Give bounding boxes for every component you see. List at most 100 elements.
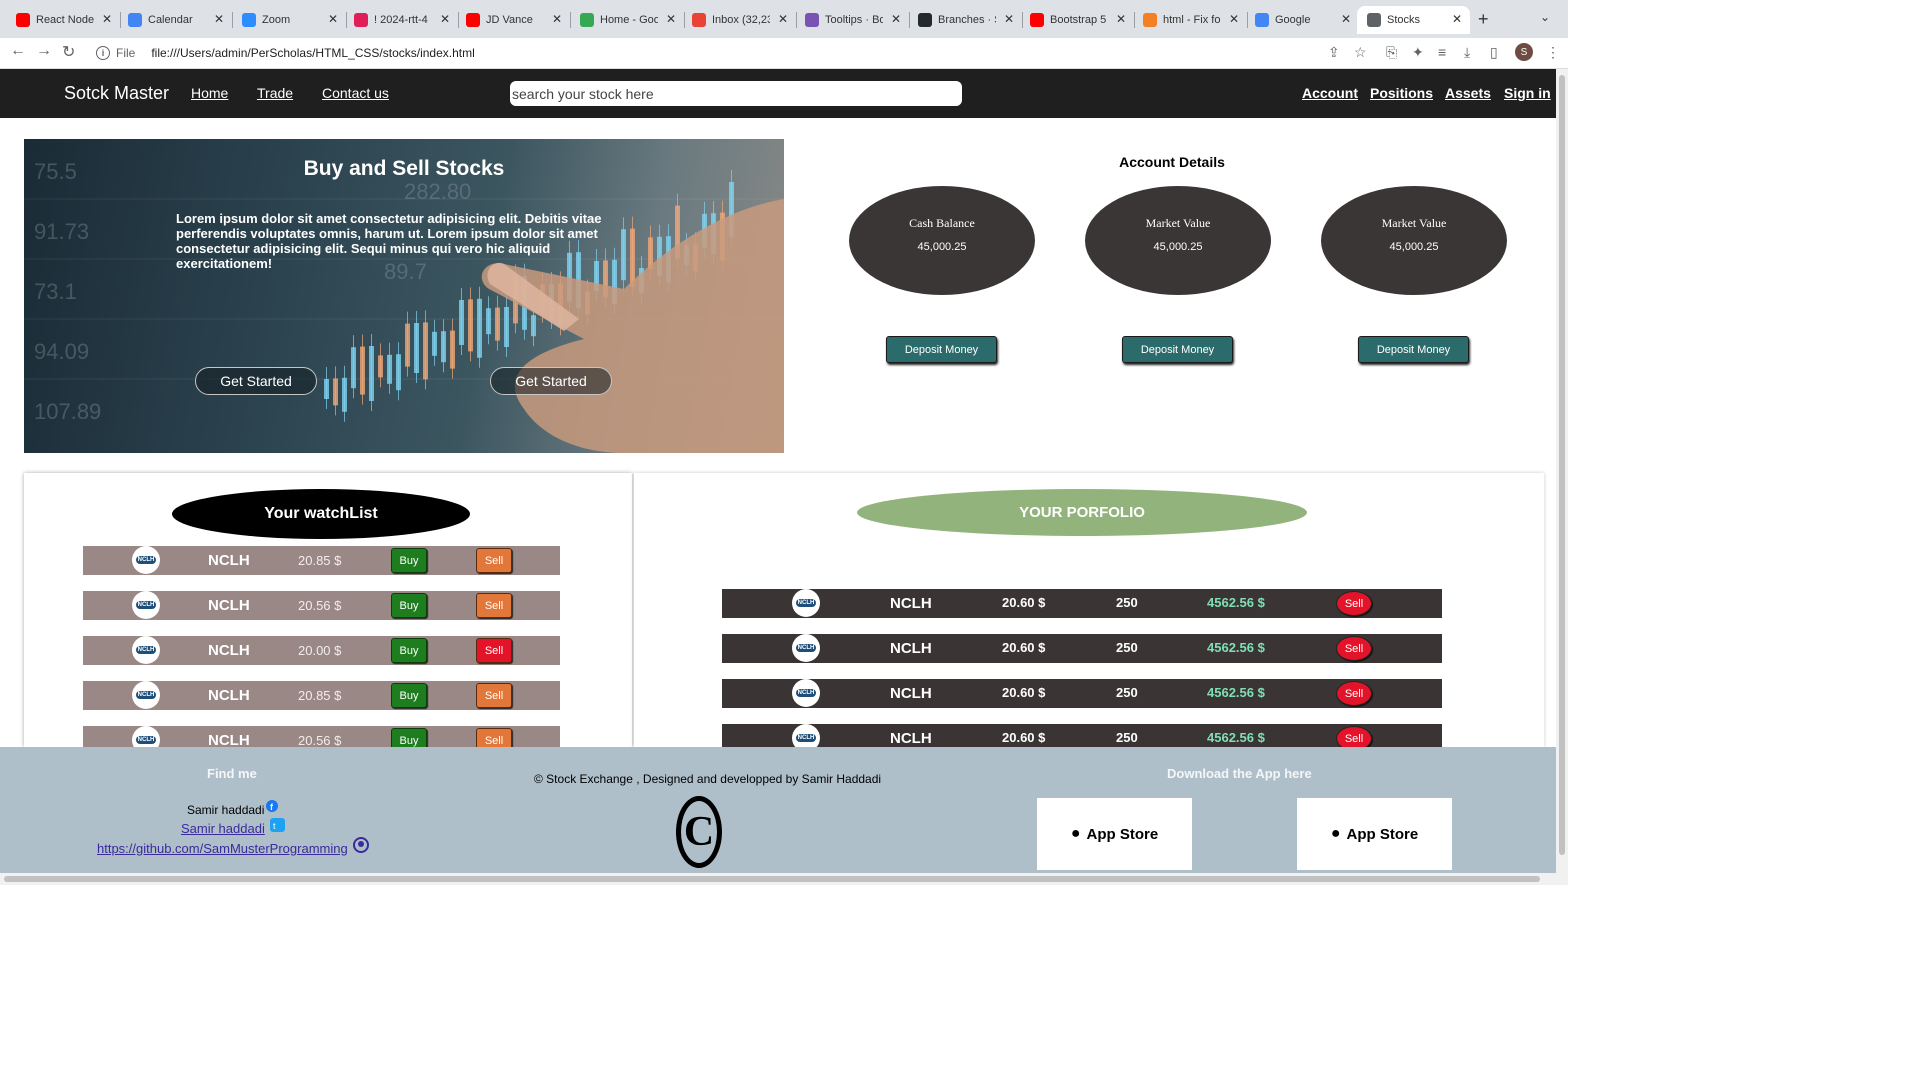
deposit-money-button-2[interactable]: Deposit Money [1122, 336, 1233, 363]
buy-button[interactable]: Buy [391, 638, 427, 663]
app-store-label: App Store [1346, 825, 1419, 843]
facebook-icon[interactable]: f [266, 799, 278, 813]
scrollbar-thumb[interactable] [4, 876, 1540, 882]
sell-button[interactable]: Sell [1336, 636, 1372, 661]
tab-search-icon[interactable]: ⌄ [1540, 10, 1550, 24]
sell-button[interactable]: Sell [476, 728, 512, 747]
stock-search-input[interactable] [510, 81, 962, 106]
get-started-button-2[interactable]: Get Started [490, 367, 612, 395]
github-icon[interactable] [353, 837, 369, 853]
profile-avatar[interactable]: S [1515, 43, 1533, 61]
browser-tab-label: Inbox (32,23 [712, 14, 770, 26]
download-icon[interactable]: ⤓ [1464, 44, 1470, 61]
sell-button[interactable]: Sell [1336, 591, 1372, 616]
sell-button[interactable]: Sell [476, 593, 512, 618]
browser-tab[interactable]: Google ✕ [1247, 6, 1359, 34]
market-value-card-2: Market Value 45,000.25 [1321, 186, 1507, 295]
sell-button[interactable]: Sell [1336, 681, 1372, 706]
close-tab-icon[interactable]: ✕ [440, 12, 450, 26]
nclh-logo: NCLH [132, 726, 160, 747]
browser-tab-label: JD Vance [486, 14, 533, 26]
sell-button[interactable]: Sell [476, 638, 512, 663]
nav-positions-link[interactable]: Positions [1370, 85, 1433, 101]
author-name: Samir haddadi [187, 803, 265, 817]
site-info-icon[interactable]: i [96, 46, 110, 60]
address-bar[interactable]: i File file:///Users/admin/PerScholas/HT… [88, 41, 1378, 65]
deposit-money-button-3[interactable]: Deposit Money [1358, 336, 1469, 363]
market-value-label: Market Value [1145, 216, 1211, 230]
position-total: 4562.56 $ [1207, 640, 1265, 655]
buy-button[interactable]: Buy [391, 548, 427, 573]
browser-tab[interactable]: Home - Goo ✕ [572, 6, 684, 34]
github-link[interactable]: https://github.com/SamMusterProgramming [97, 841, 348, 856]
buy-button[interactable]: Buy [391, 728, 427, 747]
browser-tab[interactable]: Bootstrap 5 ✕ [1022, 6, 1134, 34]
twitter-profile-link[interactable]: Samir haddadi [181, 821, 265, 836]
new-tab-button[interactable]: + [1478, 9, 1489, 30]
twitter-icon[interactable]: t [270, 818, 285, 832]
close-tab-icon[interactable]: ✕ [552, 12, 562, 26]
nav-account-link[interactable]: Account [1302, 85, 1358, 101]
sell-button[interactable]: Sell [1336, 726, 1372, 747]
share-quantity: 250 [1116, 685, 1138, 700]
browser-tab[interactable]: ! 2024-rtt-4 ✕ [346, 6, 458, 34]
open-in-app-icon[interactable]: ⎘ [1386, 44, 1397, 61]
deposit-money-button[interactable]: Deposit Money [886, 336, 997, 363]
reload-icon[interactable]: ↻ [62, 42, 75, 62]
get-started-button[interactable]: Get Started [195, 367, 317, 395]
buy-button[interactable]: Buy [391, 593, 427, 618]
stock-price: 20.85 $ [298, 553, 342, 568]
close-tab-icon[interactable]: ✕ [1116, 12, 1126, 26]
close-tab-icon[interactable]: ✕ [1004, 12, 1014, 26]
back-icon[interactable]: ← [10, 42, 26, 60]
app-store-badge[interactable]: ● App Store [1037, 798, 1192, 870]
close-tab-icon[interactable]: ✕ [102, 12, 112, 26]
buy-button[interactable]: Buy [391, 683, 427, 708]
bookmark-star-icon[interactable]: ☆ [1354, 44, 1367, 61]
app-store-badge-2[interactable]: ● App Store [1297, 798, 1452, 870]
browser-tab[interactable]: Calendar ✕ [120, 6, 232, 34]
browser-tab[interactable]: JD Vance ✕ [458, 6, 570, 34]
brand-logo[interactable]: Sotck Master [64, 83, 169, 104]
browser-tab[interactable]: React Node.js ✕ [8, 6, 120, 34]
horizontal-scrollbar[interactable] [0, 873, 1556, 885]
scrollbar-thumb[interactable] [1559, 75, 1565, 855]
close-tab-icon[interactable]: ✕ [328, 12, 338, 26]
share-icon[interactable]: ⇪ [1328, 44, 1340, 61]
candlestick [468, 299, 473, 352]
sell-button[interactable]: Sell [476, 548, 512, 573]
close-tab-icon[interactable]: ✕ [778, 12, 788, 26]
reading-list-icon[interactable]: ≡ [1438, 44, 1446, 60]
nav-assets-link[interactable]: Assets [1445, 85, 1491, 101]
vertical-scrollbar[interactable] [1556, 69, 1568, 885]
nclh-logo-text: NCLH [135, 691, 157, 699]
browser-tab[interactable]: Zoom ✕ [234, 6, 346, 34]
browser-tab[interactable]: Tooltips · Bo ✕ [797, 6, 909, 34]
youtube-icon [466, 13, 480, 27]
gmail-icon [692, 13, 706, 27]
browser-tab[interactable]: Stocks ✕ [1357, 6, 1470, 34]
stock-symbol: NCLH [208, 552, 250, 569]
candlestick [342, 377, 347, 412]
close-tab-icon[interactable]: ✕ [214, 12, 224, 26]
forward-icon[interactable]: → [36, 42, 52, 60]
portfolio-title: YOUR PORFOLIO [857, 489, 1307, 536]
nav-trade-link[interactable]: Trade [257, 85, 293, 101]
svg-text:91.73: 91.73 [34, 219, 89, 244]
side-panel-icon[interactable]: ▯ [1490, 44, 1498, 61]
browser-tab[interactable]: Branches · S ✕ [910, 6, 1022, 34]
close-tab-icon[interactable]: ✕ [1452, 12, 1462, 26]
nav-home-link[interactable]: Home [191, 85, 228, 101]
browser-tab[interactable]: html - Fix fo ✕ [1135, 6, 1247, 34]
close-tab-icon[interactable]: ✕ [1341, 12, 1351, 26]
browser-tab[interactable]: Inbox (32,23 ✕ [684, 6, 796, 34]
extensions-icon[interactable]: ✦ [1412, 44, 1424, 61]
nav-contact-link[interactable]: Contact us [322, 85, 389, 101]
sell-button[interactable]: Sell [476, 683, 512, 708]
menu-icon[interactable]: ⋮ [1546, 44, 1560, 61]
close-tab-icon[interactable]: ✕ [1229, 12, 1239, 26]
close-tab-icon[interactable]: ✕ [666, 12, 676, 26]
browser-tab-label: Zoom [262, 14, 291, 26]
close-tab-icon[interactable]: ✕ [891, 12, 901, 26]
nav-signin-link[interactable]: Sign in [1504, 85, 1551, 101]
